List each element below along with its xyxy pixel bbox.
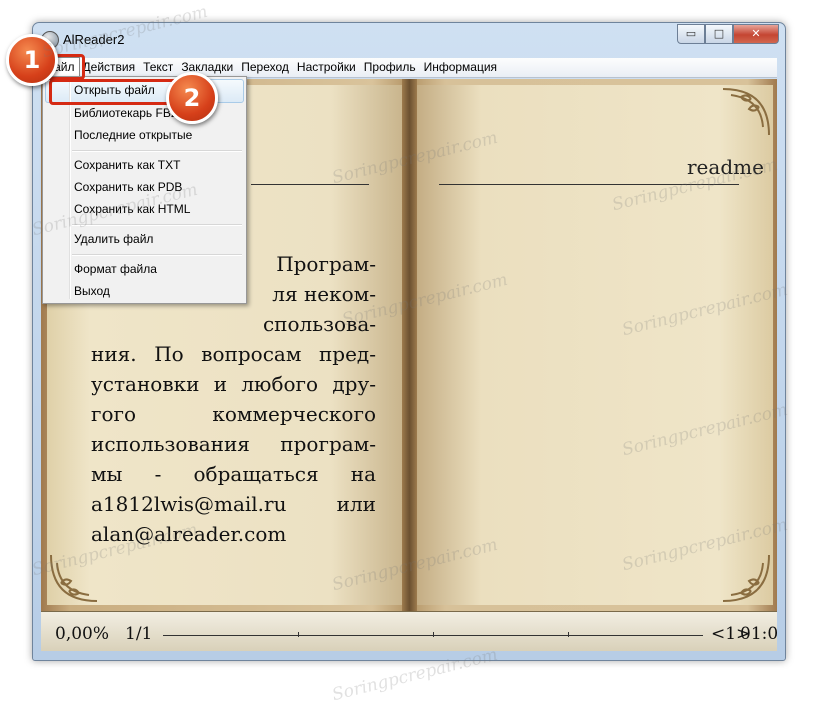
- menu-save-txt[interactable]: Сохранить как TXT: [74, 155, 234, 175]
- text-line: a1812lwis@mail.ru или: [91, 492, 376, 516]
- menu-delete-file[interactable]: Удалить файл: [74, 229, 234, 249]
- text-line: мы - обращаться на: [91, 462, 376, 486]
- menu-actions[interactable]: Действия: [79, 58, 140, 77]
- progress-percent: 0,00%: [55, 624, 110, 644]
- menu-text[interactable]: Текст: [139, 58, 177, 77]
- file-menu-dropdown: Открыть файл Библиотекарь FB2 Последние …: [42, 76, 247, 304]
- right-header-rule: [439, 184, 739, 185]
- window-title: AlReader2: [63, 32, 125, 47]
- text-line: ния. По вопросам пред-: [91, 342, 376, 366]
- window-controls: ▭ □ ✕: [677, 24, 779, 44]
- menu-separator: [72, 254, 242, 256]
- maximize-button[interactable]: □: [705, 24, 733, 44]
- text-line: спользова-: [262, 312, 376, 336]
- menu-settings[interactable]: Настройки: [293, 58, 360, 77]
- page-header-title: readme: [687, 155, 764, 179]
- corner-ornament-icon: [722, 88, 770, 136]
- menu-file-format[interactable]: Формат файла: [74, 259, 234, 279]
- minimize-button[interactable]: ▭: [677, 24, 705, 44]
- menu-bar: Файл Действия Текст Закладки Переход Нас…: [40, 57, 777, 78]
- menu-exit[interactable]: Выход: [74, 281, 234, 301]
- menu-save-html[interactable]: Сохранить как HTML: [74, 199, 234, 219]
- step-badge-1: 1: [6, 34, 58, 86]
- corner-ornament-icon: [722, 554, 770, 602]
- menu-gutter: [69, 79, 71, 299]
- menu-separator: [72, 224, 242, 226]
- menu-recent-files[interactable]: Последние открытые: [74, 125, 234, 145]
- progress-tick: [568, 632, 569, 637]
- progress-tick: [433, 632, 434, 637]
- text-line: alan@alreader.com: [91, 522, 287, 546]
- corner-ornament-icon: [50, 554, 98, 602]
- book-spine: [402, 79, 417, 611]
- text-line: гого коммерческого: [91, 402, 376, 426]
- page-counter: 1/1: [125, 624, 153, 644]
- status-bar: 0,00% 1/1 <1> 01:00: [41, 611, 777, 651]
- menu-info[interactable]: Информация: [420, 58, 501, 77]
- clock: 01:00: [740, 624, 777, 644]
- title-bar[interactable]: AlReader2 ▭ □ ✕: [33, 23, 785, 57]
- menu-save-pdb[interactable]: Сохранить как PDB: [74, 177, 234, 197]
- progress-tick: [298, 632, 299, 637]
- close-button[interactable]: ✕: [733, 24, 779, 44]
- text-line: использования програм-: [91, 432, 376, 456]
- left-header-rule: [251, 184, 369, 185]
- menu-profile[interactable]: Профиль: [360, 58, 420, 77]
- progress-track[interactable]: [163, 632, 703, 637]
- menu-separator: [72, 150, 242, 152]
- text-line: установки и любого дру-: [91, 372, 376, 396]
- menu-navigate[interactable]: Переход: [237, 58, 293, 77]
- step-badge-2: 2: [166, 72, 218, 124]
